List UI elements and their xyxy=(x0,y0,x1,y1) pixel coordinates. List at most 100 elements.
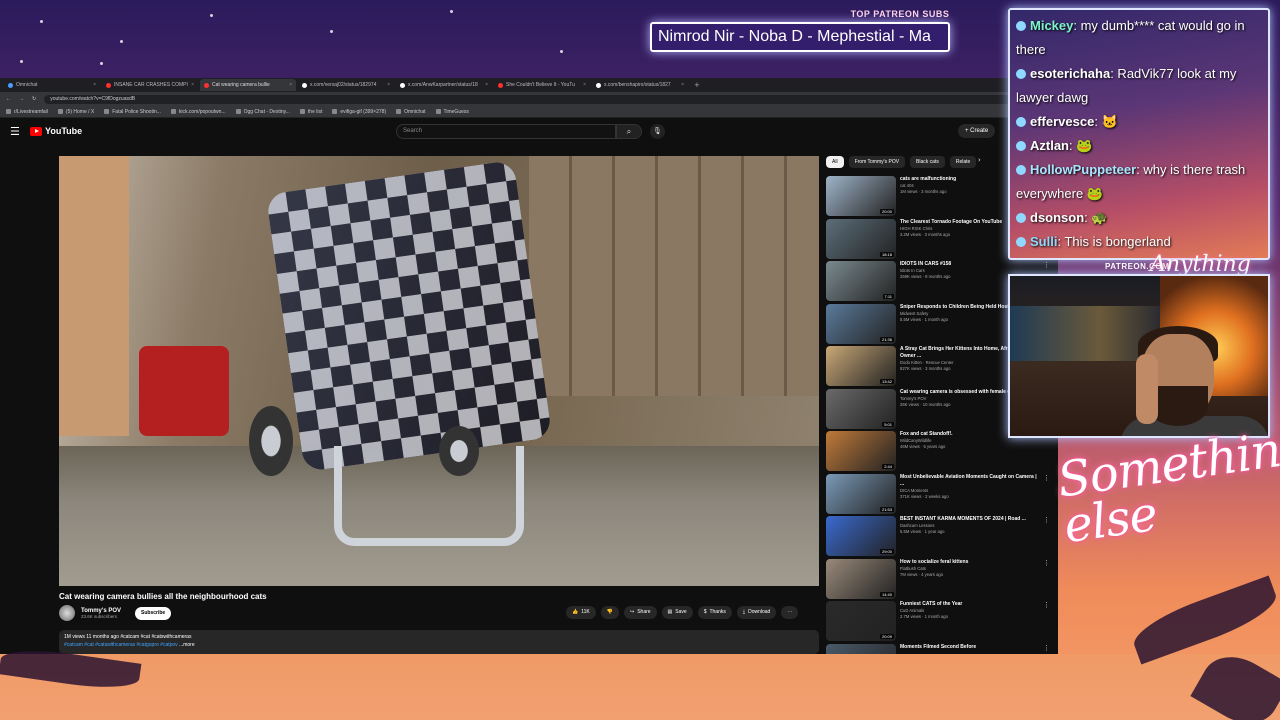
video-thumbnail[interactable]: 21:53 xyxy=(826,473,896,514)
like-button[interactable]: 👍 11K xyxy=(566,606,596,619)
bookmark-item[interactable]: evifiga-gif (399×278) xyxy=(332,109,386,115)
search-icon[interactable]: ⌕ xyxy=(616,124,642,139)
close-tab-icon[interactable]: × xyxy=(93,82,96,88)
subscribe-button[interactable]: Subscribe xyxy=(135,606,172,620)
bookmark-item[interactable]: kick.com/popoutwn... xyxy=(170,109,226,115)
video-thumbnail[interactable]: 2:44 xyxy=(826,431,896,471)
close-tab-icon[interactable]: × xyxy=(289,82,292,88)
video-fence xyxy=(529,156,819,396)
dislike-button[interactable]: 👎 xyxy=(600,606,619,619)
browser-tab[interactable]: x.com/benshapiro/status/1827 × xyxy=(592,79,688,91)
video-title[interactable]: Funniest CATS of the Year xyxy=(900,601,1039,608)
video-menu-icon[interactable]: ⋮ xyxy=(1043,601,1051,641)
close-tab-icon[interactable]: × xyxy=(681,82,684,88)
video-thumbnail[interactable]: 18:18 xyxy=(826,218,896,259)
share-button[interactable]: ↪ Share xyxy=(624,606,657,619)
recommended-video[interactable]: Moments Filmed Second Before ⋮ xyxy=(826,643,1051,655)
bookmark-label: Omnichat xyxy=(404,108,426,115)
bottom-decoration xyxy=(0,654,1280,720)
video-meta: 371K views · 2 weeks ago xyxy=(900,493,949,499)
browser-tab[interactable]: She Couldn't Believe It - YouTu × xyxy=(494,79,590,91)
bookmark-item[interactable]: Ogg Chat - Destiny... xyxy=(235,109,290,115)
youtube-logo[interactable]: YouTube xyxy=(30,126,82,136)
reload-icon[interactable]: ↻ xyxy=(32,96,36,102)
browser-tab[interactable]: Omnichat × xyxy=(4,79,100,91)
video-menu-icon[interactable]: ⋮ xyxy=(1043,644,1051,655)
video-actions: 👍 11K 👎 ↪ Share ▤ Save $ Thanks ⤓ Download ⋯ xyxy=(566,606,799,619)
video-menu-icon[interactable]: ⋮ xyxy=(1043,516,1051,556)
video-menu-icon[interactable]: ⋮ xyxy=(1043,474,1051,514)
filter-chip[interactable]: All xyxy=(826,156,844,168)
browser-tab[interactable]: INSANE CAR CRASHES COMPI × xyxy=(102,79,198,91)
filter-chip[interactable]: Relate xyxy=(949,156,977,168)
webcam-person-hand xyxy=(1136,354,1158,424)
thanks-button[interactable]: $ Thanks xyxy=(697,606,732,619)
new-tab-icon[interactable]: + xyxy=(694,81,700,89)
video-thumbnail[interactable]: 20:00 xyxy=(826,176,896,216)
recommended-video[interactable]: 29:00 BEST INSTANT KARMA MOMENTS OF 2024 … xyxy=(826,516,1051,556)
video-title[interactable]: BEST INSTANT KARMA MOMENTS OF 2024 | Roa… xyxy=(900,516,1039,523)
tab-strip: Omnichat × INSANE CAR CRASHES COMPI × Cat we… xyxy=(0,78,1058,92)
recommended-video[interactable]: 20:09 Funniest CATS of the Year CuD Animal… xyxy=(826,601,1051,641)
microphone-icon[interactable]: 🎙 xyxy=(650,124,665,139)
download-button[interactable]: ⤓ Download xyxy=(736,606,777,619)
platform-badge-icon xyxy=(1016,69,1026,79)
browser-tab[interactable]: x.com/versaj02/status/182974 × xyxy=(298,79,394,91)
description-tags[interactable]: #catcam #cat #catswithcameras #catgopro … xyxy=(64,642,178,648)
back-icon[interactable]: ← xyxy=(6,96,11,102)
video-title[interactable]: How to socialize feral kittens xyxy=(900,559,1039,566)
hamburger-menu-icon[interactable]: ☰ xyxy=(10,125,24,138)
palm-leaf-decoration xyxy=(1127,575,1280,665)
video-wheel xyxy=(249,406,293,476)
bookmark-item[interactable]: r/Livestreamfail xyxy=(6,109,48,115)
more-actions-button[interactable]: ⋯ xyxy=(781,606,799,619)
recommended-video[interactable]: 21:53 Most Unbelievable Aviation Moments … xyxy=(826,473,1051,514)
browser-tab[interactable]: x.com/AnwKarpartner/status/18 × xyxy=(396,79,492,91)
video-thumbnail[interactable]: 14:40 xyxy=(826,558,896,599)
close-tab-icon[interactable]: × xyxy=(485,82,488,88)
video-thumbnail[interactable]: 7:11 xyxy=(826,261,896,301)
bookmark-item[interactable]: Fatal Police Shootin... xyxy=(104,109,161,115)
filter-chip[interactable]: From Tommy's POV xyxy=(848,156,906,168)
video-meta: 5.5M views · 1 year ago xyxy=(900,529,945,534)
filter-chip[interactable]: Black cats xyxy=(910,156,945,168)
video-thumbnail[interactable]: 20:09 xyxy=(826,601,896,641)
video-thumbnail[interactable]: 29:00 xyxy=(826,516,896,556)
save-button[interactable]: ▤ Save xyxy=(661,606,693,619)
youtube-logo-text: YouTube xyxy=(45,126,83,136)
bookmark-item[interactable]: Omnichat xyxy=(396,108,426,115)
recommended-video[interactable]: 14:40 How to socialize feral kittens Flatb… xyxy=(826,558,1051,599)
bookmark-label: (5) Home / X xyxy=(65,108,95,115)
bookmark-item[interactable]: (5) Home / X xyxy=(57,108,95,115)
video-thumbnail[interactable]: 21:36 xyxy=(826,303,896,344)
video-title[interactable]: Most Unbelievable Aviation Moments Caugh… xyxy=(900,474,1039,488)
stream-overlay: { "overlay": { "patreon_heading": "TOP P… xyxy=(0,0,1280,720)
video-menu-icon[interactable]: ⋮ xyxy=(1043,559,1051,599)
chevron-right-icon[interactable]: › xyxy=(978,156,981,164)
channel-name[interactable]: Tommy's POV xyxy=(81,608,121,614)
video-thumbnail[interactable]: 5:01 xyxy=(826,388,896,429)
create-button[interactable]: + Create xyxy=(958,124,996,138)
platform-badge-icon xyxy=(1016,165,1026,175)
video-red-vacuum xyxy=(139,346,229,436)
bookmark-item[interactable]: the list xyxy=(299,109,322,115)
close-tab-icon[interactable]: × xyxy=(387,82,390,88)
bookmark-item[interactable]: TimeGuess xyxy=(435,109,469,115)
forward-icon[interactable]: → xyxy=(19,96,24,102)
close-tab-icon[interactable]: × xyxy=(191,82,194,88)
video-thumbnail[interactable]: 13:42 xyxy=(826,346,896,386)
chat-username: Sulli xyxy=(1030,234,1058,249)
close-tab-icon[interactable]: × xyxy=(583,82,586,88)
video-title[interactable]: Moments Filmed Second Before xyxy=(900,644,1039,651)
search-input[interactable]: Search xyxy=(396,124,616,139)
video-thumbnail[interactable] xyxy=(826,643,896,654)
browser-tab[interactable]: Cat wearing camera bullie × xyxy=(200,79,296,91)
description-more[interactable]: ...more xyxy=(179,642,195,648)
globe-icon xyxy=(8,82,13,88)
video-duration: 13:42 xyxy=(879,379,894,384)
video-description[interactable]: 1M views 11 months ago #catcam #cat #cat… xyxy=(59,630,819,654)
video-title[interactable]: IDIOTS IN CARS #158 xyxy=(900,261,1039,268)
video-player[interactable] xyxy=(59,156,819,586)
channel-avatar[interactable] xyxy=(59,605,75,621)
url-field[interactable]: youtube.com/watch?v=C9fDogzuasdB xyxy=(44,94,1015,104)
